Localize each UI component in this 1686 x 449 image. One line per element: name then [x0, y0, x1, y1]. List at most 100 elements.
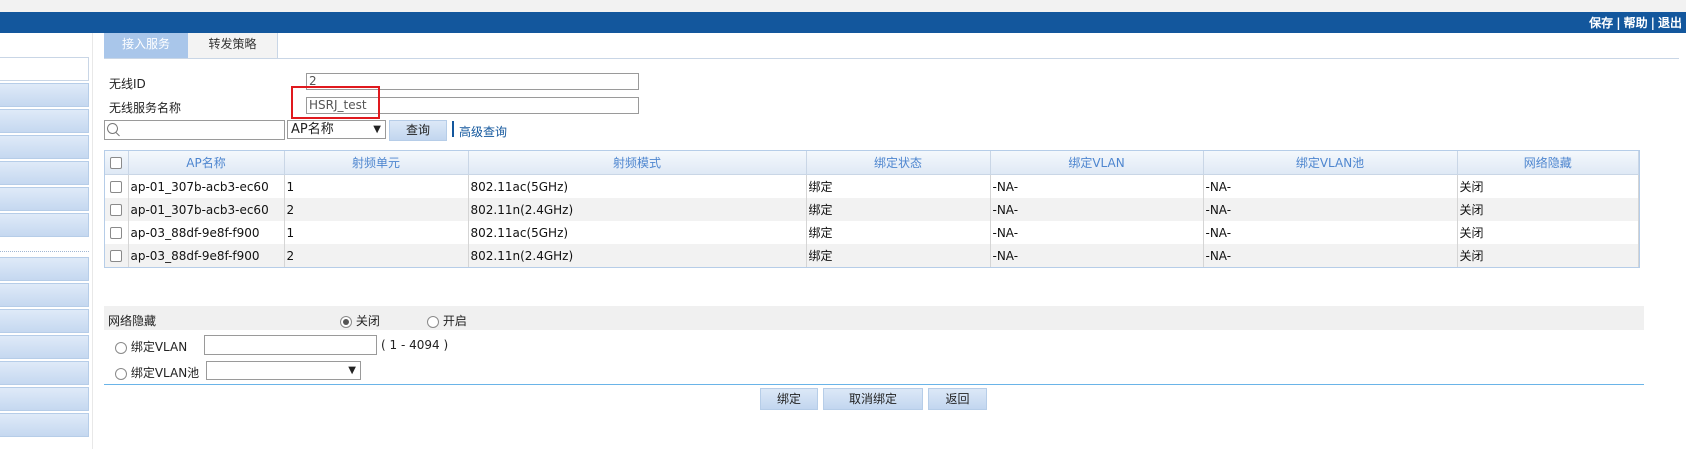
column-header[interactable]: 绑定VLAN	[990, 151, 1204, 175]
select-all-header	[105, 151, 129, 175]
ap-table: AP名称 射频单元 射频模式 绑定状态 绑定VLAN 绑定VLAN池 网络隐藏 …	[104, 150, 1640, 268]
nav-item[interactable]	[0, 257, 89, 281]
nav-item[interactable]	[0, 161, 89, 185]
column-header[interactable]: 绑定状态	[806, 151, 991, 175]
table-row[interactable]: ap-01_307b-acb3-ec60 2 802.11n(2.4GHz) 绑…	[105, 198, 1639, 221]
dropdown-arrow-icon: ▼	[348, 365, 356, 376]
table-cell: 绑定	[806, 174, 991, 198]
table-row[interactable]: ap-01_307b-acb3-ec60 1 802.11ac(5GHz) 绑定…	[105, 174, 1639, 198]
vlan-input[interactable]	[204, 335, 377, 355]
unbind-button[interactable]: 取消绑定	[823, 388, 923, 410]
column-header[interactable]: 射频单元	[284, 151, 469, 175]
help-link[interactable]: 帮助	[1624, 16, 1648, 30]
advanced-query-link[interactable]: 高级查询	[459, 123, 507, 140]
bind-vlan-radio[interactable]	[115, 341, 127, 354]
nav-item[interactable]	[0, 309, 89, 333]
search-field-value: AP名称	[291, 122, 334, 137]
service-name-label: 无线服务名称	[109, 101, 182, 115]
row-checkbox[interactable]	[110, 181, 123, 193]
logout-link[interactable]: 退出	[1658, 16, 1682, 30]
back-button[interactable]: 返回	[928, 388, 987, 410]
separator: |	[1616, 16, 1621, 30]
bind-vlan-label: 绑定VLAN	[130, 340, 188, 354]
left-navigation	[0, 33, 93, 449]
search-field-select[interactable]: AP名称 ▼	[287, 120, 386, 139]
table-row[interactable]: ap-03_88df-9e8f-f900 1 802.11ac(5GHz) 绑定…	[105, 221, 1639, 244]
table-cell: 绑定	[806, 198, 991, 221]
bind-vlan-pool-radio[interactable]	[115, 367, 127, 380]
table-cell: ap-03_88df-9e8f-f900	[128, 244, 285, 267]
table-cell: ap-03_88df-9e8f-f900	[128, 221, 285, 244]
bind-vlan-option[interactable]: 绑定VLAN	[115, 338, 187, 355]
row-select-cell	[105, 221, 129, 244]
header-bar: 保存 | 帮助 | 退出	[0, 12, 1686, 33]
search-input[interactable]	[104, 120, 285, 140]
bind-button[interactable]: 绑定	[760, 388, 818, 410]
table-cell: 802.11n(2.4GHz)	[468, 244, 807, 267]
radio-option-off[interactable]: 关闭	[340, 312, 380, 329]
vlan-pool-select[interactable]: ▼	[206, 361, 361, 380]
table-cell: 关闭	[1457, 244, 1639, 267]
separator: |	[1650, 16, 1655, 30]
radio-off-label: 关闭	[355, 314, 380, 328]
column-header[interactable]: 射频模式	[468, 151, 807, 175]
nav-item[interactable]	[0, 109, 89, 133]
radio-on[interactable]	[427, 315, 439, 328]
header-links: 保存 | 帮助 | 退出	[1589, 14, 1682, 31]
table-cell: -NA-	[1203, 198, 1458, 221]
table-cell: 绑定	[806, 244, 991, 267]
bind-vlan-pool-label: 绑定VLAN池	[130, 366, 200, 380]
tab-bar: 接入服务 转发策略	[104, 33, 1679, 59]
table-cell: 2	[284, 198, 469, 221]
row-checkbox[interactable]	[110, 204, 123, 216]
nav-item[interactable]	[0, 213, 89, 237]
bind-vlan-pool-option[interactable]: 绑定VLAN池	[115, 364, 199, 381]
nav-divider	[0, 251, 89, 252]
radio-off[interactable]	[340, 315, 352, 328]
nav-item[interactable]	[0, 187, 89, 211]
table-cell: 绑定	[806, 221, 991, 244]
network-hide-label: 网络隐藏	[108, 314, 157, 328]
table-cell: ap-01_307b-acb3-ec60	[128, 198, 285, 221]
wireless-id-label: 无线ID	[109, 77, 146, 91]
table-cell: -NA-	[1203, 221, 1458, 244]
divider-line	[104, 384, 1644, 385]
save-link[interactable]: 保存	[1589, 16, 1613, 30]
table-cell: -NA-	[1203, 244, 1458, 267]
row-select-cell	[105, 174, 129, 198]
table-cell: 关闭	[1457, 198, 1639, 221]
vlan-range-hint: ( 1 - 4094 )	[381, 338, 449, 352]
nav-item[interactable]	[0, 335, 89, 359]
column-header[interactable]: 绑定VLAN池	[1203, 151, 1458, 175]
nav-item[interactable]	[0, 387, 89, 411]
table-cell: -NA-	[990, 244, 1204, 267]
table-cell: 2	[284, 244, 469, 267]
nav-item[interactable]	[0, 57, 89, 81]
separator-bar	[452, 121, 454, 137]
tab-access-service[interactable]: 接入服务	[104, 33, 188, 58]
tab-forward-policy[interactable]: 转发策略	[188, 33, 278, 58]
network-hide-row	[104, 306, 1644, 330]
table-cell: 关闭	[1457, 221, 1639, 244]
select-all-checkbox[interactable]	[110, 157, 123, 169]
table-cell: 802.11ac(5GHz)	[468, 174, 807, 198]
row-select-cell	[105, 244, 129, 267]
table-cell: -NA-	[990, 221, 1204, 244]
column-header[interactable]: AP名称	[128, 151, 285, 175]
nav-item[interactable]	[0, 361, 89, 385]
nav-item[interactable]	[0, 283, 89, 307]
row-select-cell	[105, 198, 129, 221]
column-header[interactable]: 网络隐藏	[1457, 151, 1639, 175]
table-cell: 1	[284, 221, 469, 244]
row-checkbox[interactable]	[110, 227, 123, 239]
table-row[interactable]: ap-03_88df-9e8f-f900 2 802.11n(2.4GHz) 绑…	[105, 244, 1639, 267]
row-checkbox[interactable]	[110, 250, 123, 262]
nav-item[interactable]	[0, 135, 89, 159]
nav-item[interactable]	[0, 413, 89, 437]
table-cell: 关闭	[1457, 174, 1639, 198]
query-button[interactable]: 查询	[389, 120, 447, 141]
nav-item[interactable]	[0, 83, 89, 107]
radio-option-on[interactable]: 开启	[427, 312, 467, 329]
table-cell: -NA-	[1203, 174, 1458, 198]
top-strip	[0, 0, 1686, 12]
